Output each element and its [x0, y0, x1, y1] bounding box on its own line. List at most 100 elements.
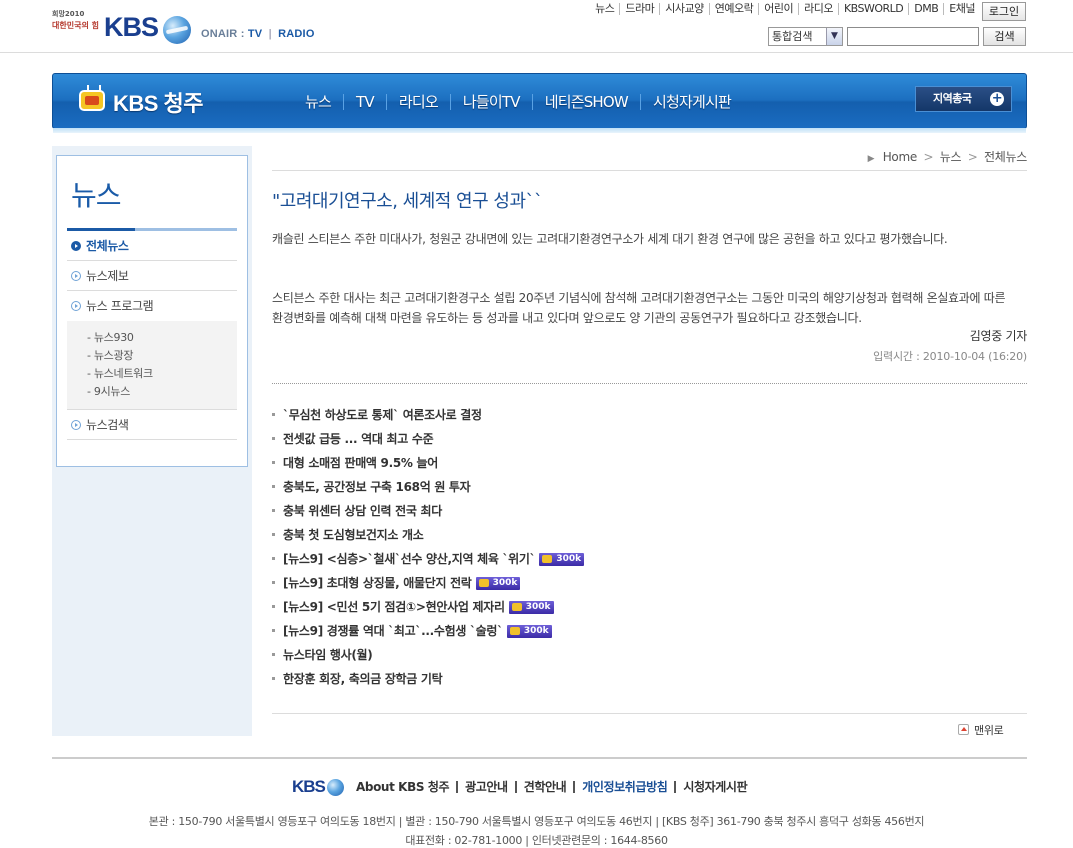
sidebar-item-label: 뉴스제보 [86, 269, 129, 283]
article-title: "고려대기연구소, 세계적 연구 성과`` [272, 191, 543, 212]
footer-link-about[interactable]: About KBS 청주 [356, 781, 456, 793]
news-title[interactable]: 충북 위센터 상담 인력 전국 최다 [283, 504, 442, 518]
menu-radio[interactable]: 라디오 [385, 94, 450, 110]
news-list-item[interactable]: [뉴스9] <심층>`철새`선수 양산,지역 체육 `위기` 300k [272, 547, 1027, 571]
vod-300k-badge[interactable]: 300k [539, 553, 585, 566]
sidebar-title: 뉴스 [71, 179, 122, 212]
vod-300k-badge[interactable]: 300k [506, 625, 552, 638]
news-list-item[interactable]: 한장훈 회장, 축의금 장학금 기탁 [272, 667, 1027, 691]
sidebar-item-news-programs[interactable]: 뉴스 프로그램 [67, 291, 237, 321]
footer-divider [52, 757, 1027, 759]
news-title[interactable]: `무심천 하상도로 통제` 여론조사로 결정 [283, 408, 482, 422]
news-title[interactable]: 한장훈 회장, 축의금 장학금 기탁 [283, 672, 443, 686]
chevron-down-icon[interactable]: ▼ [826, 28, 842, 45]
top-bar: 희망2010 대한민국의 힘 KBS ONAIR : TV | RADIO 뉴스… [0, 0, 1073, 52]
sidebar-sub-item-news-network[interactable]: - 뉴스네트워크 [87, 365, 237, 383]
news-title[interactable]: 충북도, 공간정보 구축 168억 원 투자 [283, 480, 471, 494]
news-title[interactable]: 뉴스타임 행사(월) [283, 648, 373, 662]
gnb-drama[interactable]: 드라마 [619, 3, 659, 15]
gnb-entertainment[interactable]: 연예오락 [708, 3, 758, 15]
arrow-up-icon [958, 724, 969, 735]
news-list-item[interactable]: 뉴스타임 행사(월) [272, 643, 1027, 667]
gnb-kbsworld[interactable]: KBSWORLD [837, 3, 908, 15]
arrow-bullet-icon [71, 271, 81, 281]
news-list-item[interactable]: 대형 소매점 판매액 9.5% 늘어 [272, 451, 1027, 475]
sidebar-submenu: - 뉴스930 - 뉴스광장 - 뉴스네트워크 - 9시뉴스 [67, 321, 237, 410]
news-list-item[interactable]: [뉴스9] 초대형 상징물, 애물단지 전락 300k [272, 571, 1027, 595]
footer-address-line: 본관 : 150-790 서울특별시 영등포구 여의도동 18번지 | 별관 :… [148, 815, 925, 828]
list-bottom-divider [272, 713, 1027, 714]
sidebar-item-all-news[interactable]: 전체뉴스 [67, 231, 237, 261]
global-nav: 뉴스 드라마 시사교양 연예오락 어린이 라디오 KBSWORLD DMB E채… [590, 3, 980, 15]
footer-link-advertising[interactable]: 광고안내 [456, 781, 515, 793]
sidebar-sub-item-news930[interactable]: - 뉴스930 [87, 329, 237, 347]
news-title[interactable]: 전셋값 급등 ... 역대 최고 수준 [283, 432, 434, 446]
news-title[interactable]: [뉴스9] 경쟁률 역대 `최고`...수험생 `술렁` [283, 624, 503, 638]
footer-link-privacy[interactable]: 개인정보취급방침 [573, 781, 674, 793]
menu-outing-tv[interactable]: 나들이TV [449, 94, 532, 110]
region-button[interactable]: 지역총국 + [915, 86, 1012, 112]
search-button[interactable]: 검색 [983, 27, 1026, 46]
main-nav: KBS 청주 뉴스 TV 라디오 나들이TV 네티즌SHOW 시청자게시판 지역… [52, 73, 1027, 133]
news-title[interactable]: [뉴스9] <민선 5기 점검①>현안사업 제자리 [283, 600, 505, 614]
footer-address: 본관 : 150-790 서울특별시 영등포구 여의도동 18번지 | 별관 :… [0, 812, 1073, 848]
news-list-item[interactable]: [뉴스9] 경쟁률 역대 `최고`...수험생 `술렁` 300k [272, 619, 1027, 643]
region-button-label: 지역총국 [933, 92, 972, 105]
menu-tv[interactable]: TV [343, 94, 386, 110]
news-list-item[interactable]: 충북 첫 도심형보건지소 개소 [272, 523, 1027, 547]
footer-link-viewer-board[interactable]: 시청자게시판 [674, 781, 754, 793]
sidebar-item-label: 전체뉴스 [86, 239, 129, 253]
news-list-item[interactable]: `무심천 하상도로 통제` 여론조사로 결정 [272, 403, 1027, 427]
news-title[interactable]: [뉴스9] 초대형 상징물, 애물단지 전락 [283, 576, 472, 590]
menu-news[interactable]: 뉴스 [293, 94, 343, 110]
news-list-item[interactable]: [뉴스9] <민선 5기 점검①>현안사업 제자리 300k [272, 595, 1027, 619]
footer-phone-line: 대표전화 : 02-781-1000 | 인터넷관련문의 : 1644-8560 [405, 834, 668, 847]
footer-links: About KBS 청주 광고안내 견학안내 개인정보취급방침 시청자게시판 [356, 779, 754, 793]
sidebar-item-news-search[interactable]: 뉴스검색 [67, 410, 237, 440]
breadcrumb-current: 전체뉴스 [984, 150, 1027, 164]
breadcrumb-news[interactable]: 뉴스 [940, 150, 962, 164]
back-to-top-link[interactable]: 맨위로 [958, 722, 1004, 738]
slogan-year: 희망2010 [52, 10, 85, 18]
gnb-current-affairs[interactable]: 시사교양 [659, 3, 708, 15]
news-list: `무심천 하상도로 통제` 여론조사로 결정 전셋값 급등 ... 역대 최고 … [272, 403, 1027, 691]
sidebar-item-label: 뉴스검색 [86, 418, 129, 432]
tv-icon [79, 90, 105, 111]
brand-title[interactable]: KBS 청주 [113, 86, 204, 118]
news-title[interactable]: 충북 첫 도심형보건지소 개소 [283, 528, 424, 542]
search-scope-select[interactable]: 통합검색 ▼ [768, 27, 843, 46]
onair-radio-link[interactable]: RADIO [278, 28, 314, 40]
vod-300k-badge[interactable]: 300k [508, 601, 554, 614]
gnb-kids[interactable]: 어린이 [758, 3, 798, 15]
search-scope-value: 통합검색 [772, 30, 813, 43]
gnb-news[interactable]: 뉴스 [590, 3, 619, 15]
footer-link-tour[interactable]: 견학안내 [514, 781, 574, 793]
search-input[interactable] [847, 27, 979, 46]
login-button[interactable]: 로그인 [982, 2, 1026, 21]
gnb-echannel[interactable]: E채널 [943, 3, 980, 15]
arrow-bullet-icon [71, 241, 81, 251]
news-title[interactable]: 대형 소매점 판매액 9.5% 늘어 [283, 456, 438, 470]
news-list-item[interactable]: 충북 위센터 상담 인력 전국 최다 [272, 499, 1027, 523]
sidebar-sub-item-9pm-news[interactable]: - 9시뉴스 [87, 383, 237, 401]
news-title[interactable]: [뉴스9] <심층>`철새`선수 양산,지역 체육 `위기` [283, 552, 536, 566]
gnb-dmb[interactable]: DMB [908, 3, 943, 15]
breadcrumb-home[interactable]: Home [883, 150, 918, 164]
onair-tv-link[interactable]: TV [248, 28, 262, 40]
top-divider [0, 52, 1073, 53]
vod-300k-badge[interactable]: 300k [475, 577, 521, 590]
article-paragraph-2: 스티븐스 주한 대사는 최근 고려대기환경구소 설립 20주년 기념식에 참석해… [272, 291, 1006, 325]
menu-netizen-show[interactable]: 네티즌SHOW [531, 94, 640, 110]
slogan-logo[interactable]: 희망2010 대한민국의 힘 [52, 9, 102, 31]
back-to-top-label: 맨위로 [974, 724, 1004, 737]
article-paragraph-1: 캐슬린 스티븐스 주한 미대사가, 청원군 강내면에 있는 고려대기환경연구소가… [272, 232, 948, 246]
sidebar-item-news-tip[interactable]: 뉴스제보 [67, 261, 237, 291]
breadcrumb-separator: > [923, 150, 934, 164]
news-list-item[interactable]: 전셋값 급등 ... 역대 최고 수준 [272, 427, 1027, 451]
kbs-logo[interactable]: KBS [104, 12, 159, 42]
gnb-radio[interactable]: 라디오 [798, 3, 838, 15]
sidebar-sub-item-news-plaza[interactable]: - 뉴스광장 [87, 347, 237, 365]
menu-viewer-board[interactable]: 시청자게시판 [639, 94, 743, 110]
slogan-text: 대한민국의 힘 [52, 21, 99, 30]
news-list-item[interactable]: 충북도, 공간정보 구축 168억 원 투자 [272, 475, 1027, 499]
